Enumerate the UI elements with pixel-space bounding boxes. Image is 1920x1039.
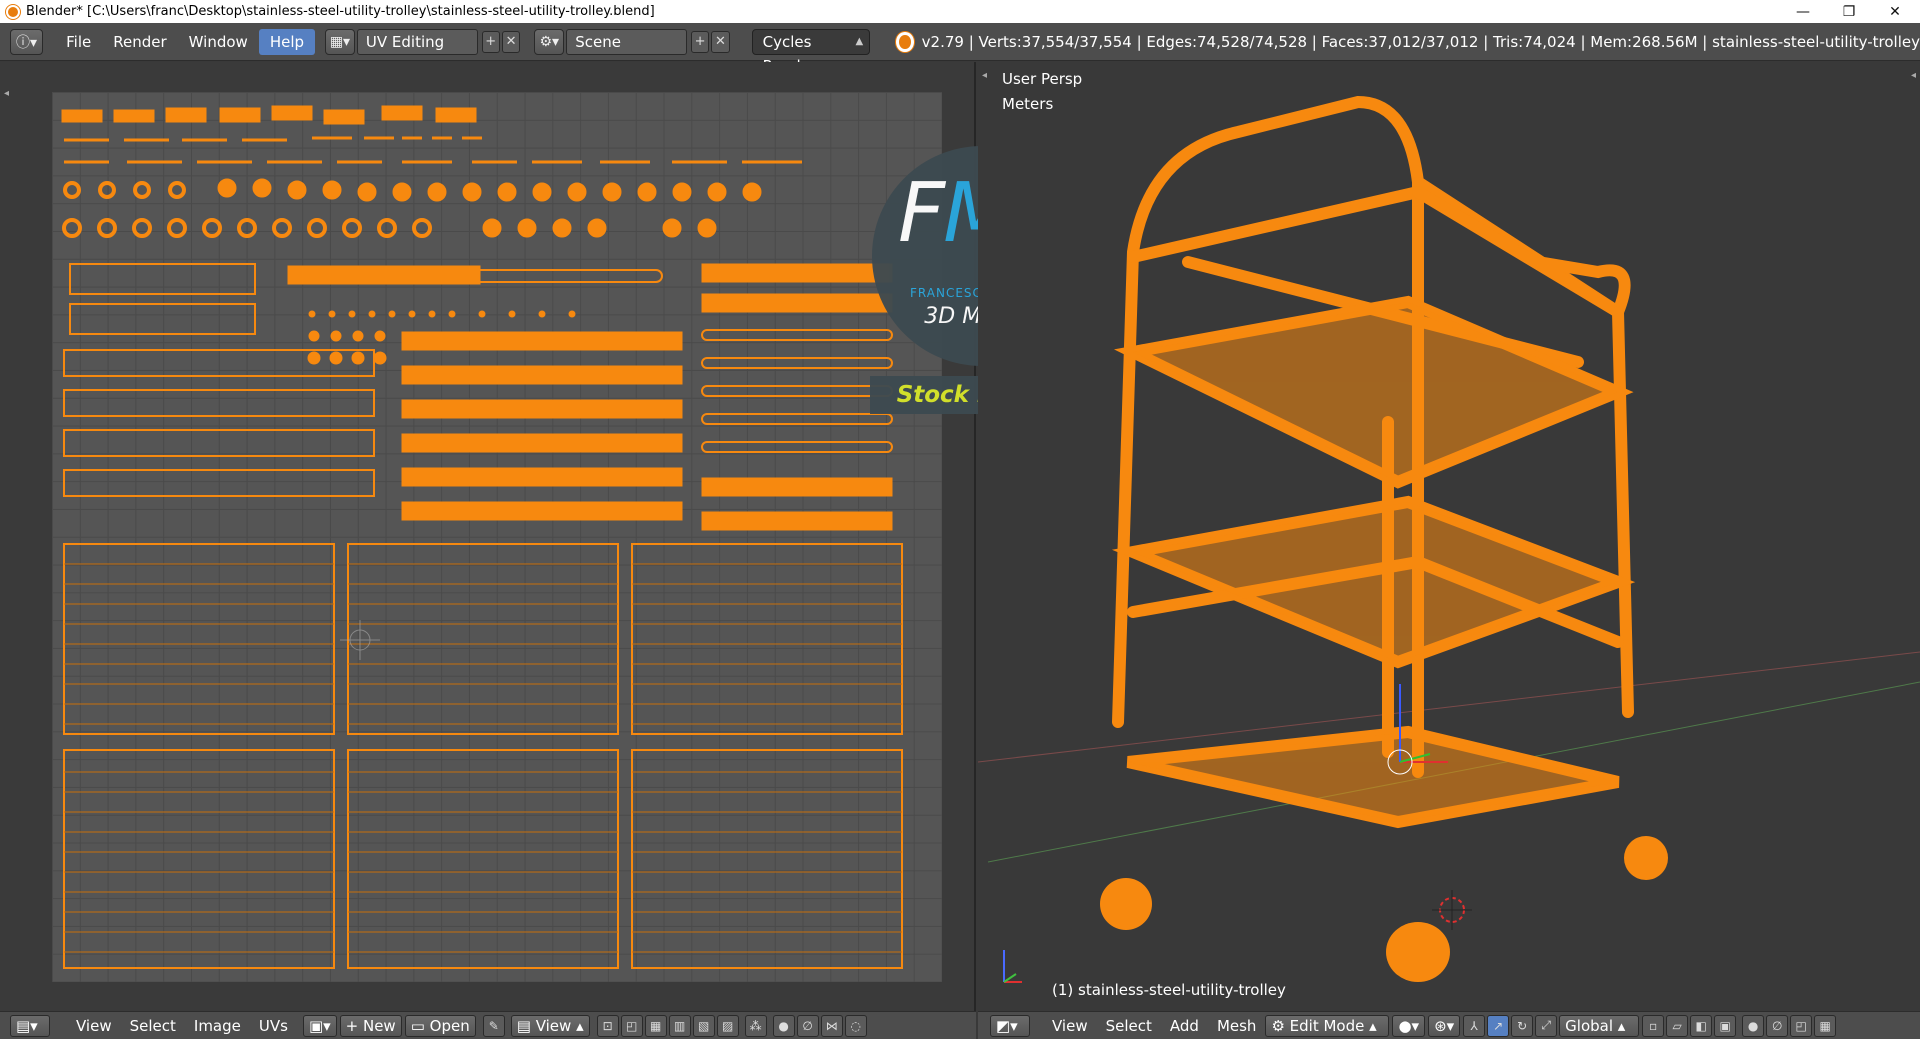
3d-menu-mesh[interactable]: Mesh — [1208, 1017, 1266, 1035]
view-mode-icon: ▤ — [516, 1016, 536, 1035]
trolley-mesh — [978, 95, 1920, 983]
scale-manipulator-icon[interactable]: ⤢ — [1535, 1014, 1558, 1037]
minimize-button[interactable]: — — [1780, 0, 1826, 23]
sync-selection-icon[interactable]: ◰ — [620, 1014, 643, 1037]
image-browse-icon[interactable]: ▣▾ — [302, 1014, 337, 1037]
orientation-label: Global — [1565, 1016, 1614, 1035]
edge-select-icon[interactable]: ▥ — [668, 1014, 691, 1037]
proportional-edit-icon[interactable]: ● — [772, 1014, 795, 1037]
3d-view-header: ◩▾ View Select Add Mesh ⚙ Edit Mode ▴ ●▾… — [978, 1011, 1920, 1039]
active-object-label: (1) stainless-steel-utility-trolley — [1052, 981, 1286, 999]
mode-dropdown[interactable]: ⚙ Edit Mode ▴ — [1265, 1014, 1390, 1037]
plus-icon: + — [345, 1016, 363, 1035]
edit-mode-icon: ⚙ — [1271, 1016, 1290, 1035]
blender-icon — [896, 31, 914, 52]
vertex-select-icon[interactable]: ▦ — [644, 1014, 667, 1037]
editor-type-3d-icon[interactable]: ◩▾ — [990, 1014, 1030, 1037]
folder-icon: ▭ — [410, 1016, 430, 1035]
vertex-select-mode-icon[interactable]: ▫ — [1642, 1014, 1665, 1037]
mode-label: Edit Mode — [1289, 1016, 1365, 1035]
new-image-button[interactable]: + New — [339, 1014, 402, 1037]
layers-icon[interactable]: ▦ — [1814, 1014, 1837, 1037]
menu-file[interactable]: File — [55, 29, 102, 55]
scene-name-field[interactable]: Scene — [566, 28, 687, 55]
window-title: Blender* [C:\Users\franc\Desktop\stainle… — [26, 4, 655, 19]
layout-name-field[interactable]: UV Editing — [356, 28, 478, 55]
uv-menu-select[interactable]: Select — [121, 1017, 185, 1035]
uv-grid-canvas[interactable] — [52, 92, 942, 982]
uv-editor-header: ▤▾ View Select Image UVs ▣▾ + New ▭ Open… — [0, 1011, 976, 1039]
snap-icon[interactable]: ∅ — [796, 1014, 819, 1037]
face-select-mode-icon[interactable]: ◧ — [1690, 1014, 1713, 1037]
add-scene-icon[interactable]: + — [690, 30, 710, 53]
uv-menu-uvs[interactable]: UVs — [250, 1017, 297, 1035]
window-titlebar: Blender* [C:\Users\franc\Desktop\stainle… — [0, 0, 1920, 23]
remove-scene-icon[interactable]: ✕ — [711, 30, 730, 53]
snap-element-icon[interactable]: ⋈ — [820, 1014, 843, 1037]
snap-target-icon[interactable]: ◰ — [1790, 1014, 1813, 1037]
uv-cursor-icon — [340, 620, 380, 660]
editor-type-info-icon[interactable]: ⓘ▾ — [10, 28, 44, 55]
pivot-point-dropdown[interactable]: ⊛▾ — [1428, 1014, 1461, 1037]
rotate-manipulator-icon[interactable]: ↻ — [1511, 1014, 1534, 1037]
layout-selector-icon[interactable]: ▦▾ — [325, 28, 355, 55]
remove-layout-icon[interactable]: ✕ — [501, 30, 521, 53]
menu-render[interactable]: Render — [102, 29, 177, 55]
chevron-updown-icon: ▲ — [855, 35, 864, 47]
3d-menu-add[interactable]: Add — [1161, 1017, 1208, 1035]
uv-extra-icon[interactable]: ◌ — [844, 1014, 867, 1037]
add-layout-icon[interactable]: + — [481, 30, 500, 53]
uv-islands — [61, 105, 903, 969]
menu-help[interactable]: Help — [258, 28, 316, 55]
3d-cursor-icon — [1432, 890, 1472, 930]
open-image-label: Open — [429, 1016, 470, 1035]
pivot-icon[interactable]: ⊡ — [596, 1014, 619, 1037]
blender-logo-icon — [6, 4, 20, 19]
translate-manipulator-icon[interactable]: ↗ — [1487, 1014, 1510, 1037]
3d-menu-view[interactable]: View — [1043, 1017, 1097, 1035]
open-image-button[interactable]: ▭ Open — [404, 1014, 476, 1037]
info-header: ⓘ▾ File Render Window Help ▦▾ UV Editing… — [0, 23, 1920, 75]
edge-select-mode-icon[interactable]: ▱ — [1666, 1014, 1689, 1037]
snap-3d-icon[interactable]: ∅ — [1766, 1014, 1789, 1037]
scene-selector-icon[interactable]: ⚙▾ — [534, 28, 565, 55]
3d-menu-select[interactable]: Select — [1097, 1017, 1161, 1035]
maximize-button[interactable]: ❐ — [1826, 0, 1872, 23]
region-expand-icon[interactable]: ◂ — [4, 88, 9, 99]
editor-type-uv-icon[interactable]: ▤▾ — [10, 1014, 50, 1037]
sticky-select-icon[interactable]: ⁂ — [744, 1014, 767, 1037]
render-engine-dropdown[interactable]: Cycles Render▲ — [751, 28, 871, 75]
close-window-button[interactable]: ✕ — [1872, 0, 1918, 23]
axis-indicator-icon — [1003, 950, 1022, 983]
uv-menu-view[interactable]: View — [67, 1017, 121, 1035]
3d-viewport[interactable]: ◂ ◂ User Persp Meters (1) stainless-stee… — [978, 62, 1920, 1011]
orientation-dropdown[interactable]: Global ▴ — [1559, 1014, 1640, 1037]
island-select-icon[interactable]: ▨ — [716, 1014, 739, 1037]
uv-menu-image[interactable]: Image — [185, 1017, 250, 1035]
scene-statistics: v2.79 | Verts:37,554/37,554 | Edges:74,5… — [921, 32, 1920, 51]
viewport-shading-dropdown[interactable]: ●▾ — [1392, 1014, 1426, 1037]
view-mode-label: View — [535, 1016, 572, 1035]
manipulator-toggle-icon[interactable]: ⅄ — [1463, 1014, 1486, 1037]
proportional-edit-3d-icon[interactable]: ● — [1742, 1014, 1765, 1037]
new-image-label: New — [362, 1016, 396, 1035]
face-select-icon[interactable]: ▧ — [692, 1014, 715, 1037]
uv-image-editor[interactable]: ◂ — [0, 62, 976, 1011]
pin-icon[interactable]: ✎ — [482, 1014, 505, 1037]
occlude-geometry-icon[interactable]: ▣ — [1714, 1014, 1737, 1037]
menu-window[interactable]: Window — [178, 29, 259, 55]
view-mode-dropdown[interactable]: ▤ View ▴ — [510, 1014, 590, 1037]
